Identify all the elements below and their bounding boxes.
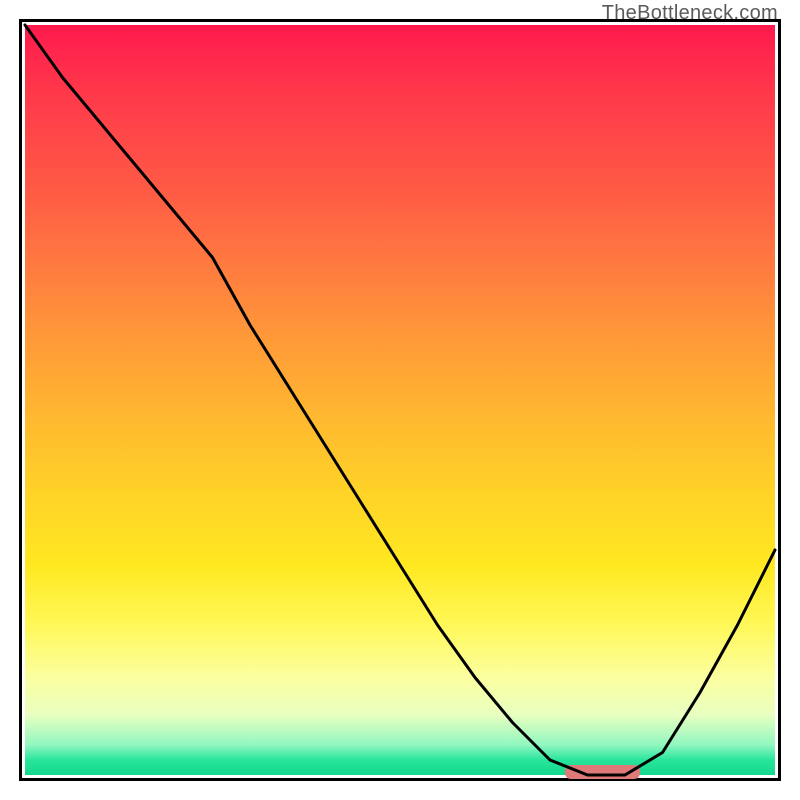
bottleneck-curve xyxy=(25,25,775,775)
chart-overlay xyxy=(19,19,781,781)
